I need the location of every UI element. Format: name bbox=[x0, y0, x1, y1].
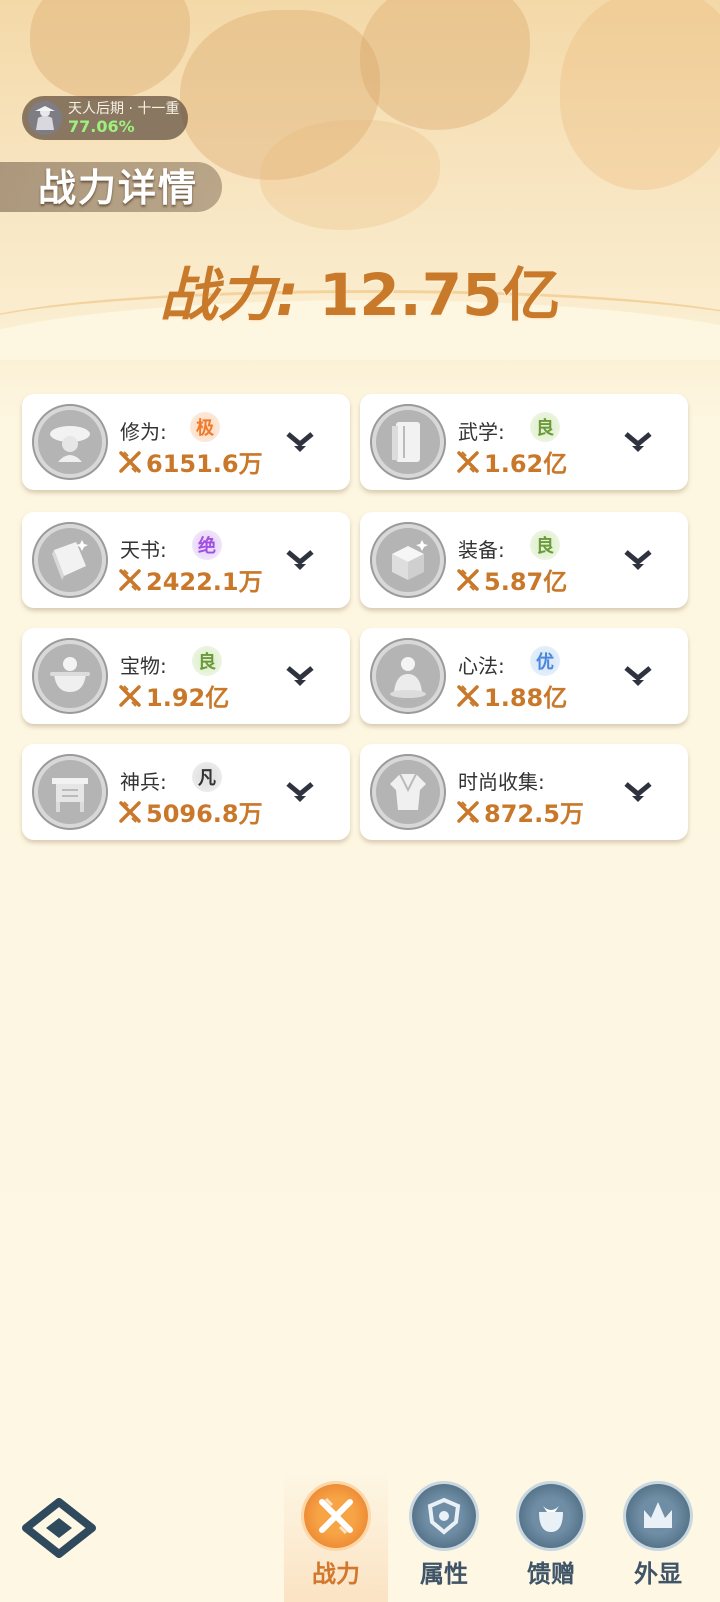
crossed-swords-icon bbox=[457, 450, 479, 473]
gift-bag-icon bbox=[519, 1484, 583, 1548]
card-power-value: 5.87亿 bbox=[456, 562, 567, 597]
power-card-celestial-book[interactable]: 天书: 绝 2422.1万 bbox=[22, 512, 350, 608]
tab-label: 馈赠 bbox=[527, 1560, 575, 1588]
card-power-value: 1.92亿 bbox=[118, 678, 229, 713]
card-power-value: 2422.1万 bbox=[118, 562, 263, 597]
power-card-cultivation[interactable]: 修为: 极 6151.6万 bbox=[22, 394, 350, 490]
realm-badge[interactable]: 天人后期 · 十一重 77.06% bbox=[22, 96, 188, 140]
expand-chevron-icon[interactable] bbox=[622, 548, 654, 574]
expand-chevron-icon[interactable] bbox=[284, 548, 316, 574]
card-label: 神兵: bbox=[120, 770, 167, 794]
power-card-fashion-collection[interactable]: 时尚收集: 872.5万 bbox=[360, 744, 688, 840]
page-title-bar: 战力详情 bbox=[0, 162, 222, 212]
expand-chevron-icon[interactable] bbox=[622, 780, 654, 806]
expand-chevron-icon[interactable] bbox=[284, 664, 316, 690]
realm-name: 天人后期 · 十一重 bbox=[68, 101, 180, 117]
card-label: 装备: bbox=[458, 538, 505, 562]
character-avatar-icon bbox=[28, 101, 62, 135]
card-power-value: 6151.6万 bbox=[118, 444, 263, 479]
tab-label: 战力 bbox=[312, 1560, 360, 1588]
treasure-cauldron-icon bbox=[34, 640, 106, 712]
grade-badge: 良 bbox=[192, 646, 222, 676]
celestial-book-icon bbox=[34, 524, 106, 596]
tab-label: 外显 bbox=[634, 1560, 682, 1588]
fashion-robe-icon bbox=[372, 756, 444, 828]
bronze-vessel-icon bbox=[34, 756, 106, 828]
grade-badge: 绝 bbox=[192, 530, 222, 560]
page-title: 战力详情 bbox=[38, 166, 199, 210]
tab-attributes[interactable]: 属性 bbox=[399, 1484, 489, 1602]
crossed-swords-icon bbox=[457, 568, 479, 591]
crossed-swords-icon bbox=[119, 450, 141, 473]
crossed-swords-icon bbox=[457, 800, 479, 823]
crown-icon bbox=[626, 1484, 690, 1548]
crossed-swords-icon bbox=[119, 800, 141, 823]
equipment-box-icon bbox=[372, 524, 444, 596]
expand-chevron-icon[interactable] bbox=[622, 430, 654, 456]
total-power: 战力: 12.75亿 bbox=[0, 248, 720, 332]
card-label: 修为: bbox=[120, 420, 167, 444]
realm-progress: 77.06% bbox=[68, 117, 135, 136]
crossed-swords-icon bbox=[304, 1484, 368, 1548]
tab-power[interactable]: 战力 bbox=[291, 1484, 381, 1602]
card-power-value: 872.5万 bbox=[456, 794, 584, 829]
crossed-swords-icon bbox=[457, 684, 479, 707]
tab-appearance[interactable]: 外显 bbox=[613, 1484, 703, 1602]
card-label: 宝物: bbox=[120, 654, 167, 678]
cultivator-hat-icon bbox=[34, 406, 106, 478]
tab-label: 属性 bbox=[420, 1560, 468, 1588]
power-card-treasure[interactable]: 宝物: 良 1.92亿 bbox=[22, 628, 350, 724]
total-power-label: 战力: bbox=[159, 261, 299, 329]
grade-badge: 良 bbox=[530, 530, 560, 560]
card-label: 时尚收集: bbox=[458, 770, 545, 794]
grade-badge: 凡 bbox=[192, 762, 222, 792]
card-label: 武学: bbox=[458, 420, 505, 444]
expand-chevron-icon[interactable] bbox=[284, 430, 316, 456]
power-card-divine-weapon[interactable]: 神兵: 凡 5096.8万 bbox=[22, 744, 350, 840]
crossed-swords-icon bbox=[119, 568, 141, 591]
tab-gifts[interactable]: 馈赠 bbox=[506, 1484, 596, 1602]
total-power-value: 12.75亿 bbox=[318, 261, 561, 329]
power-card-martial-arts[interactable]: 武学: 良 1.62亿 bbox=[360, 394, 688, 490]
scroll-book-icon bbox=[372, 406, 444, 478]
card-power-value: 5096.8万 bbox=[118, 794, 263, 829]
expand-chevron-icon[interactable] bbox=[622, 664, 654, 690]
grade-badge: 优 bbox=[530, 646, 560, 676]
card-power-value: 1.88亿 bbox=[456, 678, 567, 713]
meditation-figure-icon bbox=[372, 640, 444, 712]
card-label: 天书: bbox=[120, 538, 167, 562]
card-label: 心法: bbox=[458, 654, 505, 678]
menu-diamond-icon[interactable] bbox=[22, 1498, 96, 1558]
grade-badge: 良 bbox=[530, 412, 560, 442]
shield-emblem-icon bbox=[412, 1484, 476, 1548]
grade-badge: 极 bbox=[190, 412, 220, 442]
power-card-mind-method[interactable]: 心法: 优 1.88亿 bbox=[360, 628, 688, 724]
power-card-equipment[interactable]: 装备: 良 5.87亿 bbox=[360, 512, 688, 608]
crossed-swords-icon bbox=[119, 684, 141, 707]
expand-chevron-icon[interactable] bbox=[284, 780, 316, 806]
card-power-value: 1.62亿 bbox=[456, 444, 567, 479]
